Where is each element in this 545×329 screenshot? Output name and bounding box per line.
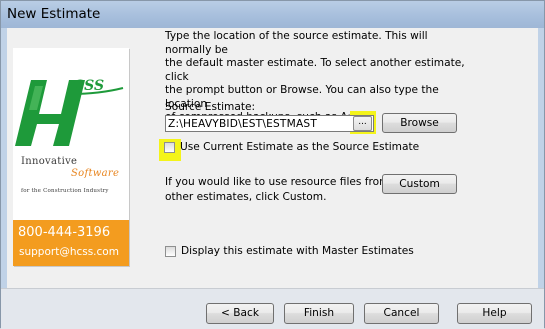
display-with-master-checkbox[interactable] — [165, 246, 176, 257]
back-button[interactable]: < Back — [206, 303, 274, 324]
dialog-content: CSS Innovative Software for the Construc… — [7, 28, 538, 288]
dialog-footer: < Back Finish Cancel Help — [1, 288, 544, 329]
logo-tagline-innovative: Innovative — [21, 156, 78, 167]
help-button[interactable]: Help — [457, 303, 532, 324]
window-title: New Estimate — [7, 6, 101, 22]
custom-instructions-line-1: If you would like to use resource files … — [165, 176, 390, 188]
instructions-line-1: Type the location of the source estimate… — [165, 30, 428, 56]
support-phone: 800-444-3196 — [18, 225, 111, 240]
finish-button[interactable]: Finish — [284, 303, 354, 324]
custom-instructions-line-2: other estimates, click Custom. — [165, 191, 327, 203]
use-current-estimate-label: Use Current Estimate as the Source Estim… — [180, 141, 420, 153]
support-email: support@hcss.com — [19, 246, 119, 258]
instructions-line-2: the default master estimate. To select a… — [165, 57, 465, 83]
logo-tagline-software: Software — [71, 168, 120, 179]
window-frame-right — [538, 28, 544, 288]
hcss-logo-panel: CSS Innovative Software for the Construc… — [13, 48, 129, 266]
custom-instructions: If you would like to use resource files … — [165, 175, 389, 205]
logo-tagline-industry: for the Construction Industry — [21, 188, 109, 194]
browse-button[interactable]: Browse — [382, 113, 457, 133]
custom-button[interactable]: Custom — [382, 174, 457, 194]
source-estimate-label: Source Estimate: — [165, 101, 256, 113]
source-estimate-field[interactable]: Z:\HEAVYBID\EST\ESTMAST — [165, 115, 374, 132]
prompt-button[interactable]: ... — [353, 116, 372, 131]
new-estimate-dialog: New Estimate CSS Innovative Software for… — [0, 0, 545, 329]
cancel-button[interactable]: Cancel — [364, 303, 439, 324]
support-contact-band: 800-444-3196 support@hcss.com — [13, 220, 129, 266]
display-with-master-label: Display this estimate with Master Estima… — [181, 245, 414, 257]
use-current-estimate-checkbox[interactable] — [164, 142, 175, 153]
source-estimate-value: Z:\HEAVYBID\EST\ESTMAST — [168, 118, 317, 130]
title-bar[interactable]: New Estimate — [1, 1, 544, 28]
